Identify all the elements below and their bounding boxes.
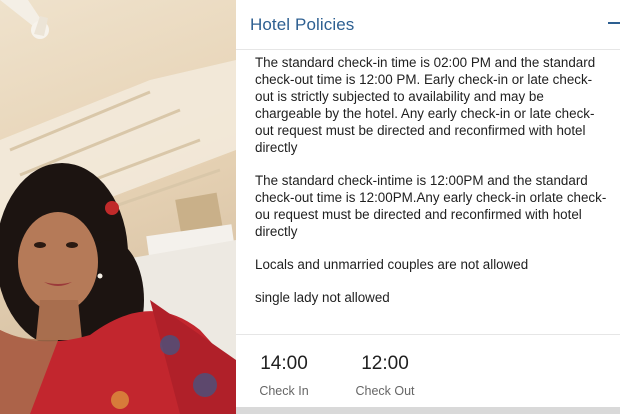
minus-icon[interactable] [608,22,620,24]
check-times: 14:00 Check In 12:00 Check Out [236,334,620,414]
hotel-policies-panel: Hotel Policies The standard check-in tim… [236,0,620,414]
selfie-photo [0,0,236,414]
check-out-time: 12:00 [361,353,409,374]
check-in-block: 14:00 Check In [254,353,314,398]
policy-item: single lady not allowed [255,290,390,305]
bottom-divider [236,407,620,414]
policies-title: Hotel Policies [250,15,355,34]
policies-header[interactable]: Hotel Policies [236,0,620,50]
check-out-block: 12:00 Check Out [348,353,422,398]
check-in-label: Check In [259,384,309,398]
policies-list: The standard check-in time is 02:00 PM a… [255,54,609,322]
check-out-label: Check Out [355,384,415,398]
policy-item: The standard check-in time is 02:00 PM a… [255,55,596,155]
policy-item: The standard check-intime is 12:00PM and… [255,173,607,239]
ceiling-fan [0,0,49,39]
policy-item: Locals and unmarried couples are not all… [255,257,529,272]
check-in-time: 14:00 [260,353,308,374]
